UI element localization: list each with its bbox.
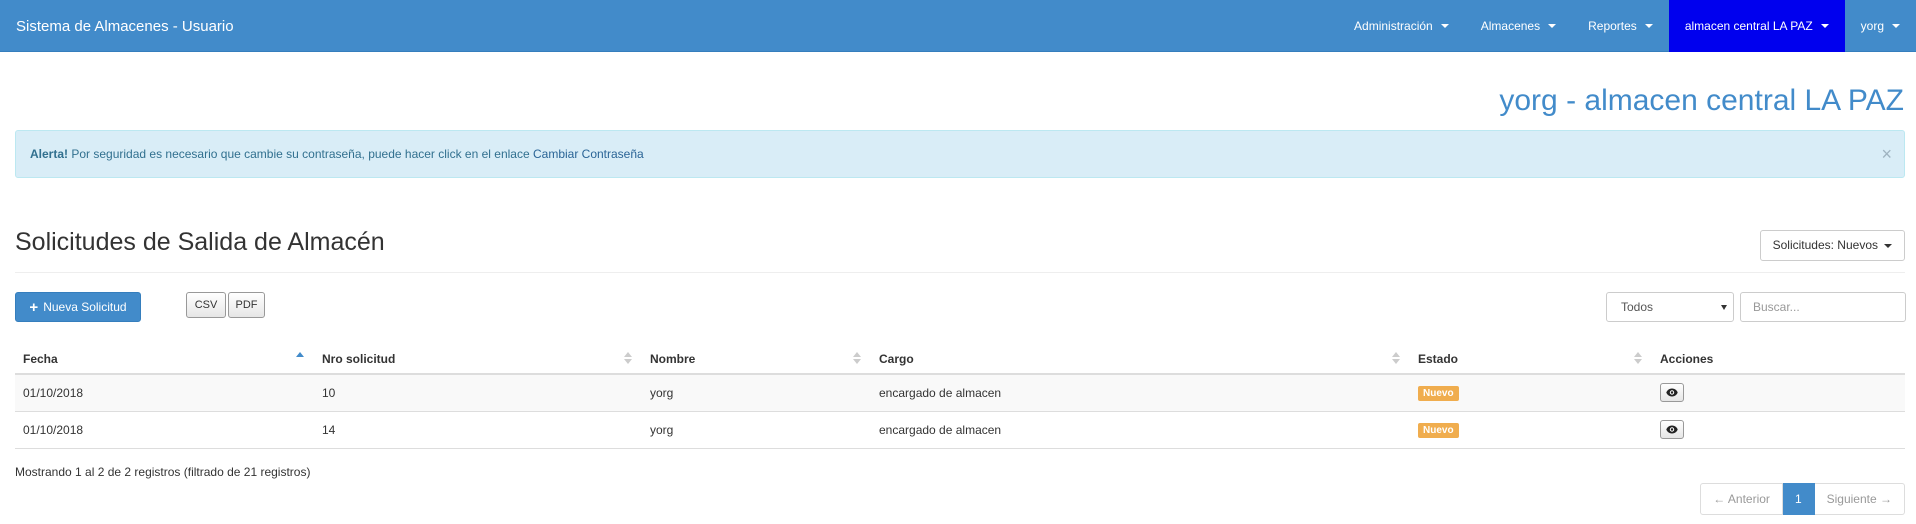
- filter-dropdown-button[interactable]: Solicitudes: Nuevos: [1759, 230, 1905, 261]
- caret-down-icon: [1820, 24, 1829, 28]
- cell-fecha: 01/10/2018: [15, 411, 314, 449]
- pagination: ← Anterior 1 Siguiente →: [1700, 483, 1905, 515]
- eye-icon: [1666, 425, 1678, 434]
- cell-estado: Nuevo: [1410, 374, 1652, 412]
- search-input[interactable]: [1740, 292, 1906, 322]
- column-header-fecha[interactable]: Fecha: [15, 344, 314, 375]
- caret-down-icon: [1644, 24, 1653, 28]
- requests-table: Fecha Nro solicitud Nombre Cargo Estado …: [15, 344, 1905, 449]
- sort-icon: [1392, 352, 1400, 364]
- view-button[interactable]: [1660, 420, 1684, 439]
- table-row: 01/10/2018 14 yorg encargado de almacen …: [15, 411, 1905, 449]
- cell-fecha: 01/10/2018: [15, 374, 314, 412]
- select-arrow-icon: [1721, 305, 1727, 310]
- eye-icon: [1666, 388, 1678, 397]
- cell-nombre: yorg: [642, 411, 871, 449]
- nav-user-menu[interactable]: yorg: [1845, 0, 1916, 52]
- cell-acciones: [1652, 374, 1905, 412]
- view-button[interactable]: [1660, 383, 1684, 403]
- divider: [15, 272, 1905, 273]
- nav-almacen-selector[interactable]: almacen central LA PAZ: [1668, 0, 1845, 52]
- close-icon[interactable]: ×: [1881, 131, 1892, 177]
- nav-administracion-label: Administración: [1354, 19, 1433, 33]
- table-header-row: Fecha Nro solicitud Nombre Cargo Estado …: [15, 344, 1905, 375]
- alert-title: Alerta!: [30, 147, 69, 161]
- new-request-label: Nueva Solicitud: [43, 300, 127, 314]
- nav-reportes-label: Reportes: [1588, 19, 1637, 33]
- column-header-label: Fecha: [23, 351, 58, 366]
- nav-reportes[interactable]: Reportes: [1572, 0, 1669, 52]
- plus-icon: +: [29, 298, 39, 316]
- column-header-estado[interactable]: Estado: [1410, 344, 1652, 375]
- csv-export-button[interactable]: CSV: [186, 292, 226, 318]
- top-navbar: Sistema de Almacenes - Usuario Administr…: [0, 0, 1916, 52]
- column-header-label: Estado: [1418, 351, 1459, 366]
- password-alert: Alerta! Por seguridad es necesario que c…: [15, 130, 1905, 178]
- column-header-label: Nombre: [650, 351, 696, 366]
- page-1-button[interactable]: 1: [1782, 483, 1815, 515]
- cell-nro: 10: [314, 374, 642, 412]
- change-password-link[interactable]: Cambiar Contraseña: [533, 147, 644, 161]
- status-badge: Nuevo: [1418, 422, 1459, 438]
- cell-nro: 14: [314, 411, 642, 449]
- page-heading: yorg - almacen central LA PAZ: [1499, 84, 1904, 117]
- column-header-acciones: Acciones: [1652, 344, 1905, 375]
- column-header-cargo[interactable]: Cargo: [871, 344, 1410, 375]
- column-header-label: Cargo: [879, 351, 914, 366]
- prev-page-button[interactable]: ← Anterior: [1700, 483, 1783, 515]
- new-request-button[interactable]: + Nueva Solicitud: [15, 292, 141, 322]
- caret-down-icon: [1548, 24, 1557, 28]
- caret-down-icon: [1892, 24, 1900, 28]
- status-select-value: Todos: [1621, 300, 1654, 314]
- status-select[interactable]: Todos: [1606, 292, 1734, 322]
- filter-dropdown-label: Solicitudes: Nuevos: [1772, 238, 1878, 252]
- caret-down-icon: [1884, 243, 1892, 248]
- column-header-label: Nro solicitud: [322, 351, 396, 366]
- app-brand[interactable]: Sistema de Almacenes - Usuario: [16, 0, 234, 52]
- cell-cargo: encargado de almacen: [871, 374, 1410, 412]
- nav-menu: Administración Almacenes Reportes almace…: [1338, 0, 1916, 52]
- next-page-button[interactable]: Siguiente →: [1814, 483, 1905, 515]
- sort-asc-icon: [296, 352, 304, 364]
- column-header-nro[interactable]: Nro solicitud: [314, 344, 642, 375]
- cell-cargo: encargado de almacen: [871, 411, 1410, 449]
- status-badge: Nuevo: [1418, 385, 1459, 401]
- column-header-nombre[interactable]: Nombre: [642, 344, 871, 375]
- sort-icon: [624, 352, 632, 364]
- nav-administracion[interactable]: Administración: [1338, 0, 1465, 52]
- alert-message: Por seguridad es necesario que cambie su…: [71, 147, 530, 161]
- sort-icon: [1634, 352, 1642, 364]
- column-header-label: Acciones: [1660, 351, 1714, 366]
- nav-user-label: yorg: [1860, 19, 1884, 33]
- nav-almacenes[interactable]: Almacenes: [1465, 0, 1572, 52]
- nav-almacenes-label: Almacenes: [1480, 19, 1541, 33]
- cell-estado: Nuevo: [1410, 411, 1652, 449]
- table-info: Mostrando 1 al 2 de 2 registros (filtrad…: [15, 465, 311, 479]
- cell-acciones: [1652, 411, 1905, 449]
- sort-icon: [853, 352, 861, 364]
- pdf-export-button[interactable]: PDF: [228, 292, 265, 318]
- table-row: 01/10/2018 10 yorg encargado de almacen …: [15, 374, 1905, 412]
- caret-down-icon: [1440, 24, 1449, 28]
- section-title: Solicitudes de Salida de Almacén: [15, 228, 385, 256]
- cell-nombre: yorg: [642, 374, 871, 412]
- nav-almacen-label: almacen central LA PAZ: [1684, 19, 1813, 33]
